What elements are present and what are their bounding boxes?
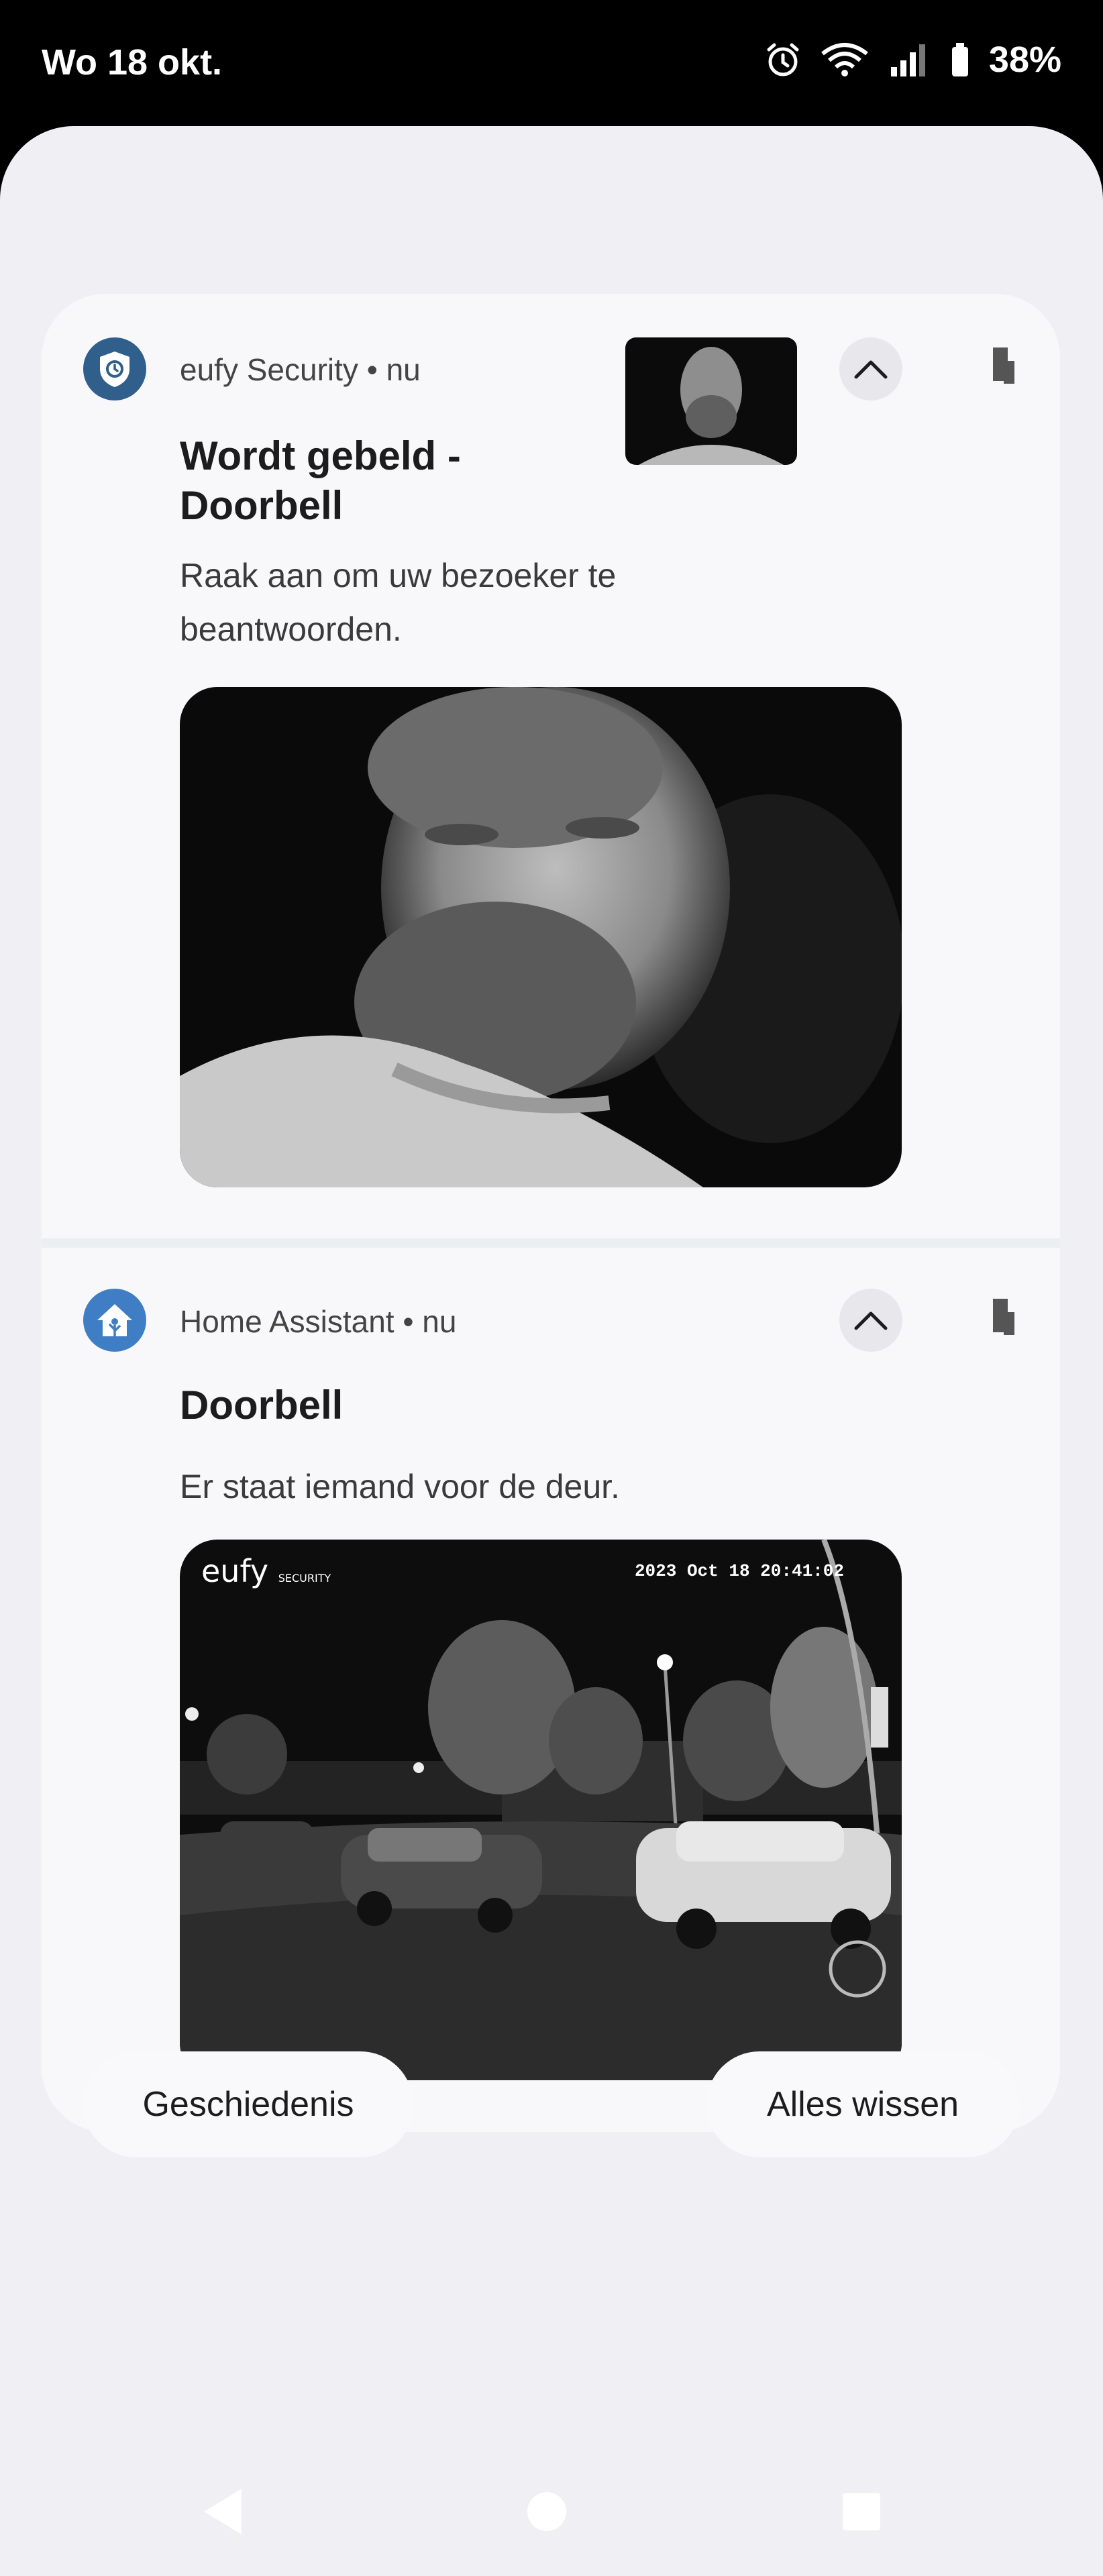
notification-divider [42, 1238, 1060, 1248]
notification-text: Raak aan om uw bezoeker te beantwoorden. [180, 549, 918, 656]
watermark-text: eufy [201, 1553, 269, 1589]
separator: • [403, 1304, 414, 1339]
camera-street-image[interactable]: eufy SECURITY 2023 Oct 18 20:41:02 [180, 1540, 902, 2080]
recents-icon[interactable] [841, 2491, 882, 2532]
notification-title: Wordt gebeld - Doorbell [180, 431, 649, 531]
watermark-sub: SECURITY [278, 1572, 331, 1585]
text-line-1: Raak aan om uw bezoeker te [180, 557, 617, 594]
collapse-button[interactable] [839, 337, 902, 400]
history-button[interactable]: Geschiedenis [83, 2051, 413, 2157]
back-icon[interactable] [201, 2486, 244, 2537]
notification-title: Doorbell [180, 1383, 344, 1428]
notification-time: nu [422, 1304, 457, 1339]
title-line-1: Wordt gebeld - [180, 433, 461, 478]
notification-text: Er staat iemand voor de deur. [180, 1468, 620, 1505]
chevron-up-icon [854, 1311, 888, 1330]
shield-icon [83, 337, 146, 400]
clear-all-button[interactable]: Alles wissen [706, 2051, 1019, 2157]
chevron-up-icon [854, 360, 888, 379]
status-bar: Wo 18 okt. 38% [0, 0, 1103, 127]
notification-shade: eufy Security • nu Wordt gebeld - Doorbe… [0, 126, 1103, 2576]
phone-icon[interactable] [990, 1299, 1017, 1335]
phone-icon[interactable] [990, 347, 1017, 384]
camera-watermark: eufy SECURITY [201, 1553, 331, 1589]
camera-timestamp: 2023 Oct 18 20:41:02 [634, 1561, 844, 1581]
text-line-2: beantwoorden. [180, 610, 402, 648]
separator: • [366, 352, 378, 387]
app-name: Home Assistant [180, 1304, 395, 1339]
notification-header: eufy Security • nu [180, 352, 421, 388]
title-line-2: Doorbell [180, 483, 344, 528]
status-icons: 38% [765, 39, 1061, 80]
collapse-button[interactable] [839, 1289, 902, 1352]
doorbell-snapshot-image[interactable] [180, 687, 902, 1187]
home-assistant-icon [83, 1289, 146, 1352]
signal-icon [890, 44, 925, 76]
alarm-icon [767, 43, 799, 76]
notification-header: Home Assistant • nu [180, 1303, 456, 1340]
notification-group: eufy Security • nu Wordt gebeld - Doorbe… [42, 294, 1060, 2132]
battery-icon [951, 43, 968, 76]
battery-percent: 38% [988, 40, 1061, 80]
wifi-icon [821, 43, 868, 76]
navigation-bar [0, 2449, 1103, 2576]
app-name: eufy Security [180, 352, 358, 387]
home-icon[interactable] [526, 2491, 568, 2532]
notification-thumbnail [625, 337, 797, 465]
status-date: Wo 18 okt. [42, 42, 223, 83]
notification-time: nu [386, 352, 421, 387]
